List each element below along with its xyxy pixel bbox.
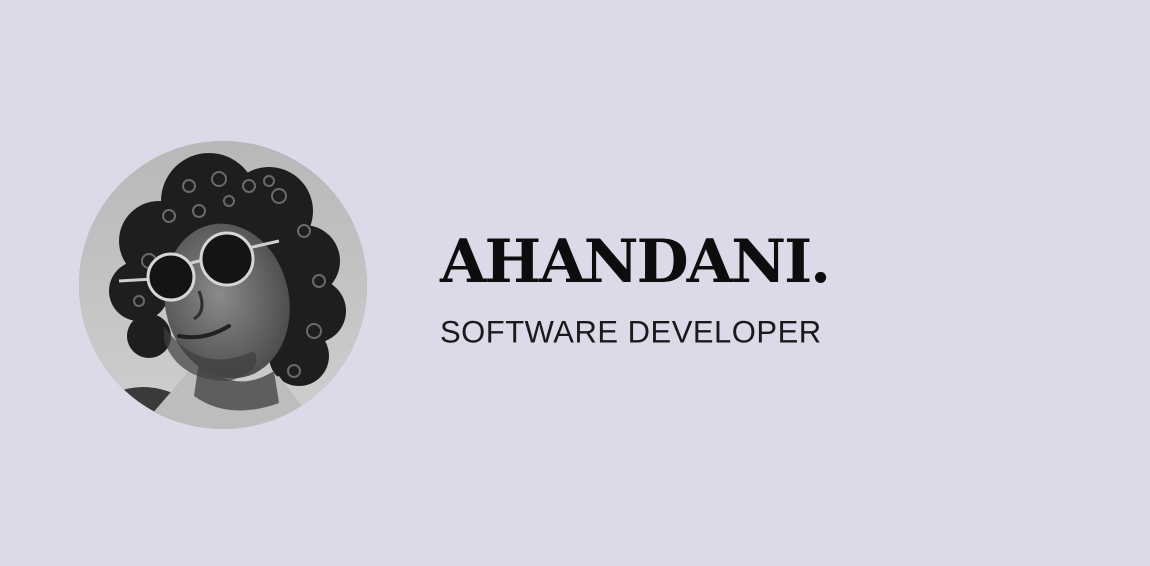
- avatar: [79, 141, 367, 429]
- hero-name: AHANDANI.: [440, 227, 831, 297]
- hero-role: SOFTWARE DEVELOPER: [440, 314, 822, 350]
- profile-photo: [79, 141, 367, 429]
- hero-section: AHANDANI. SOFTWARE DEVELOPER: [0, 0, 1150, 566]
